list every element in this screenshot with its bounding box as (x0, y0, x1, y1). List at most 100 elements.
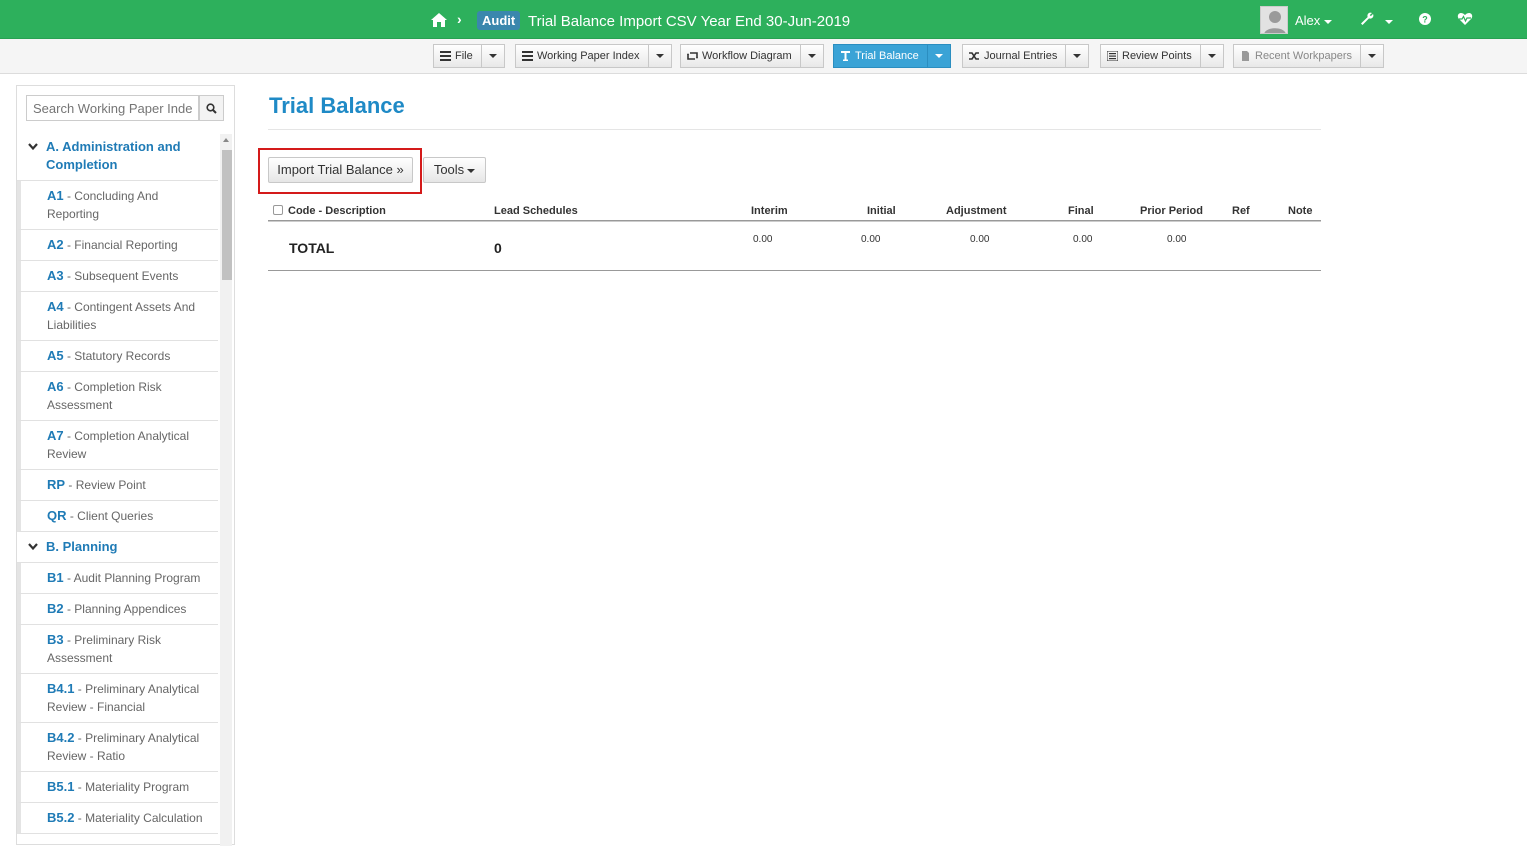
working-paper-index-sidebar: A. Administration and Completion A1 - Co… (16, 85, 235, 846)
file-label: File (455, 50, 473, 62)
list-item[interactable]: QR - Client Queries (17, 501, 218, 532)
recent-workpapers-dropdown[interactable] (1361, 44, 1385, 68)
item-code: QR (47, 508, 67, 523)
sidebar-scrollbar[interactable] (220, 134, 232, 846)
list-item[interactable]: A3 - Subsequent Events (17, 261, 218, 292)
review-points-button[interactable]: Review Points (1100, 44, 1201, 68)
engagement-title: Trial Balance Import CSV Year End 30-Jun… (528, 13, 851, 30)
recent-workpapers-label: Recent Workpapers (1255, 50, 1353, 62)
working-paper-index-button[interactable]: Working Paper Index (515, 44, 649, 68)
col-adjustment[interactable]: Adjustment (946, 205, 1007, 217)
trial-balance-dropdown[interactable] (927, 44, 951, 68)
total-final: 0.00 (1073, 234, 1093, 245)
chevron-down-icon (1385, 19, 1393, 24)
col-note[interactable]: Note (1288, 205, 1312, 217)
search-button[interactable] (199, 95, 224, 121)
index-tree: A. Administration and Completion A1 - Co… (17, 132, 218, 834)
item-label: - Statutory Records (63, 349, 171, 363)
list-item[interactable]: B5.1 - Materiality Program (17, 772, 218, 803)
scroll-thumb[interactable] (222, 150, 232, 280)
search-icon (206, 102, 217, 114)
chevron-down-icon (807, 54, 816, 58)
breadcrumb-separator: › (457, 11, 462, 27)
col-code-description[interactable]: Code - Description (288, 205, 386, 217)
list-item[interactable]: A1 - Concluding And Reporting (17, 181, 218, 230)
review-points-label: Review Points (1122, 50, 1192, 62)
section-b[interactable]: B. Planning (17, 532, 218, 563)
file-button[interactable]: File (433, 44, 482, 68)
list-item[interactable]: A2 - Financial Reporting (17, 230, 218, 261)
svg-text:?: ? (1422, 15, 1428, 25)
list-item[interactable]: B2 - Planning Appendices (17, 594, 218, 625)
chevron-down-icon (1368, 54, 1377, 58)
item-label: - Completion Analytical Review (47, 429, 190, 461)
workflow-diagram-group: Workflow Diagram (680, 44, 824, 68)
total-initial: 0.00 (861, 234, 881, 245)
trial-balance-button[interactable]: Trial Balance (833, 44, 928, 68)
working-paper-index-dropdown[interactable] (648, 44, 672, 68)
section-a[interactable]: A. Administration and Completion (17, 132, 218, 181)
chevron-down-icon (28, 543, 38, 551)
working-paper-index-label: Working Paper Index (537, 50, 640, 62)
user-name: Alex (1295, 13, 1321, 28)
heartbeat-icon[interactable] (1457, 12, 1473, 26)
tools-label: Tools (433, 162, 465, 177)
list-item[interactable]: B5.2 - Materiality Calculation (17, 803, 218, 834)
import-trial-balance-button[interactable]: Import Trial Balance » (268, 157, 413, 183)
header-divider (268, 220, 1321, 222)
item-label: - Materiality Calculation (74, 811, 203, 825)
list-item[interactable]: B3 - Preliminary Risk Assessment (17, 625, 218, 674)
select-all-checkbox[interactable] (273, 205, 283, 215)
chevron-down-icon (488, 54, 497, 58)
list-item[interactable]: A6 - Completion Risk Assessment (17, 372, 218, 421)
workflow-diagram-label: Workflow Diagram (702, 50, 792, 62)
title-divider (268, 129, 1321, 130)
home-icon[interactable] (431, 13, 447, 27)
wrench-icon[interactable] (1360, 12, 1374, 26)
col-initial[interactable]: Initial (867, 205, 896, 217)
item-label: - Preliminary Risk Assessment (47, 633, 161, 665)
list-item[interactable]: B4.2 - Preliminary Analytical Review - R… (17, 723, 218, 772)
item-code: B5.1 (47, 779, 75, 794)
list-item[interactable]: A4 - Contingent Assets And Liabilities (17, 292, 218, 341)
item-label: - Subsequent Events (63, 269, 179, 283)
recent-workpapers-button[interactable]: Recent Workpapers (1233, 44, 1362, 68)
col-ref[interactable]: Ref (1232, 205, 1250, 217)
file-icon (1242, 51, 1249, 61)
col-final[interactable]: Final (1068, 205, 1094, 217)
list-item[interactable]: B4.1 - Preliminary Analytical Review - F… (17, 674, 218, 723)
workflow-diagram-button[interactable]: Workflow Diagram (680, 44, 801, 68)
chevron-down-icon (1073, 54, 1082, 58)
user-menu[interactable]: Alex (1295, 13, 1333, 28)
workflow-diagram-dropdown[interactable] (800, 44, 824, 68)
list-item[interactable]: A5 - Statutory Records (17, 341, 218, 372)
scroll-up-arrow-icon[interactable] (223, 138, 229, 142)
col-prior-period[interactable]: Prior Period (1140, 205, 1203, 217)
item-code: A4 (47, 299, 64, 314)
avatar[interactable] (1260, 6, 1288, 34)
search-input[interactable] (26, 95, 199, 121)
item-code: B3 (47, 632, 64, 647)
item-code: A6 (47, 379, 64, 394)
list-item[interactable]: B1 - Audit Planning Program (17, 563, 218, 594)
tools-button[interactable]: Tools (423, 157, 486, 183)
col-lead-schedules[interactable]: Lead Schedules (494, 205, 578, 217)
list-item[interactable]: RP - Review Point (17, 470, 218, 501)
item-label: - Materiality Program (74, 780, 190, 794)
journal-entries-group: Journal Entries (962, 44, 1090, 68)
total-lead-schedules: 0 (494, 240, 502, 256)
recent-workpapers-group: Recent Workpapers (1233, 44, 1385, 68)
file-dropdown[interactable] (481, 44, 505, 68)
list-item[interactable]: A7 - Completion Analytical Review (17, 421, 218, 470)
chevron-down-icon (1207, 54, 1216, 58)
table-bottom-divider (268, 270, 1321, 271)
journal-entries-dropdown[interactable] (1066, 44, 1090, 68)
user-silhouette-icon (1261, 7, 1287, 33)
audit-badge[interactable]: Audit (477, 11, 521, 30)
journal-entries-button[interactable]: Journal Entries (962, 44, 1067, 68)
review-points-dropdown[interactable] (1200, 44, 1224, 68)
tools-menu-caret[interactable] (1381, 13, 1393, 31)
help-icon[interactable]: ? (1418, 12, 1432, 26)
trial-balance-label: Trial Balance (855, 50, 919, 62)
col-interim[interactable]: Interim (751, 205, 788, 217)
